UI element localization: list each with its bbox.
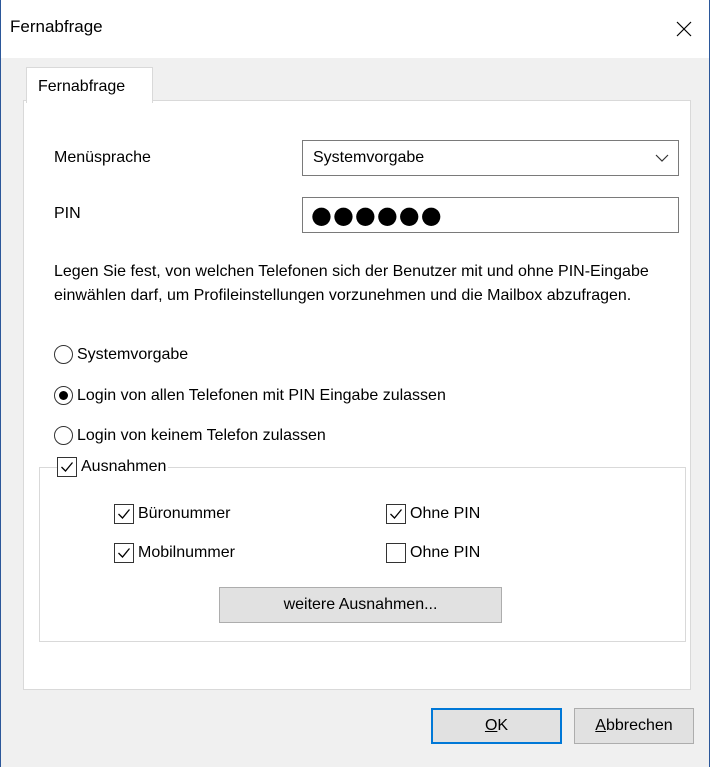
pin-field[interactable]: ●●●●●● <box>302 197 679 233</box>
radio-circle[interactable] <box>54 345 73 364</box>
mobile-no-pin-label: Ohne PIN <box>410 544 481 561</box>
pin-label: PIN <box>54 205 81 222</box>
radio-label: Systemvorgabe <box>77 345 189 363</box>
checkmark-icon <box>118 548 131 558</box>
ok-label-rest: K <box>497 717 509 734</box>
office-no-pin-label: Ohne PIN <box>410 505 481 522</box>
checkbox-box[interactable] <box>57 457 77 477</box>
radio-circle[interactable] <box>54 426 73 445</box>
checkbox-box[interactable] <box>114 543 134 563</box>
checkbox-box[interactable] <box>386 543 406 563</box>
checkmark-icon <box>118 509 131 519</box>
radio-circle[interactable] <box>54 386 73 405</box>
more-exceptions-label: weitere Ausnahmen... <box>283 596 438 613</box>
checkbox-box[interactable] <box>114 504 134 524</box>
radio-label: Login von keinem Telefon zulassen <box>77 426 326 444</box>
description-text: Legen Sie fest, von welchen Telefonen si… <box>54 263 649 304</box>
mobile-number-checkbox[interactable]: Mobilnummer <box>114 543 235 563</box>
ok-mnemonic: O <box>484 717 498 734</box>
radio-label: Login von allen Telefonen mit PIN Eingab… <box>77 386 446 404</box>
checkbox-box[interactable] <box>386 504 406 524</box>
radio-selected-dot <box>59 391 68 400</box>
checkmark-icon <box>61 462 74 472</box>
exceptions-checkbox[interactable]: Ausnahmen <box>57 457 169 477</box>
mobile-number-label: Mobilnummer <box>138 544 235 561</box>
tab-fernabfrage[interactable]: Fernabfrage <box>26 67 153 103</box>
language-dropdown[interactable]: Systemvorgabe <box>302 140 679 176</box>
radio-login-all-phones[interactable]: Login von allen Telefonen mit PIN Eingab… <box>54 386 446 405</box>
ok-button[interactable]: OK <box>431 708 562 744</box>
cancel-mnemonic: A <box>595 717 606 734</box>
dialog-window: Fernabfrage Fernabfrage Menüsprache Syst… <box>0 0 710 767</box>
close-icon <box>676 21 692 37</box>
chevron-down-icon <box>655 154 669 162</box>
radio-login-none[interactable]: Login von keinem Telefon zulassen <box>54 426 326 445</box>
checkmark-icon <box>390 509 403 519</box>
exceptions-label: Ausnahmen <box>81 458 167 475</box>
more-exceptions-button[interactable]: weitere Ausnahmen... <box>219 587 502 623</box>
language-value: Systemvorgabe <box>313 149 425 166</box>
cancel-button[interactable]: Abbrechen <box>574 708 694 744</box>
title-bar[interactable]: Fernabfrage <box>1 0 709 58</box>
cancel-label-rest: bbrechen <box>605 717 673 734</box>
window-title: Fernabfrage <box>10 17 103 36</box>
office-number-checkbox[interactable]: Büronummer <box>114 504 231 524</box>
tab-label: Fernabfrage <box>38 78 126 95</box>
language-label: Menüsprache <box>54 149 151 166</box>
pin-value: ●●●●●● <box>311 201 443 229</box>
radio-systemvorgabe[interactable]: Systemvorgabe <box>54 345 188 364</box>
close-button[interactable] <box>659 0 709 58</box>
ok-label: OK <box>485 717 508 735</box>
cancel-label: Abbrechen <box>595 717 672 735</box>
mobile-no-pin-checkbox[interactable]: Ohne PIN <box>386 543 481 563</box>
office-no-pin-checkbox[interactable]: Ohne PIN <box>386 504 481 524</box>
office-number-label: Büronummer <box>138 505 231 522</box>
